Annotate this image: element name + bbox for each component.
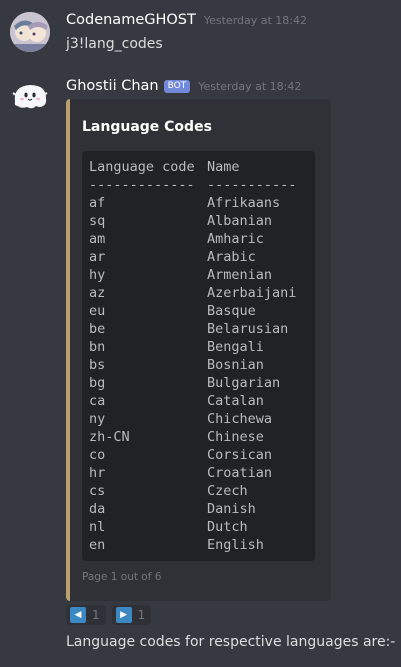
code-divider-code: -------------: [89, 177, 195, 193]
language-row: en English: [89, 536, 308, 554]
reaction-count: 1: [92, 608, 100, 622]
language-code: hr: [89, 465, 106, 481]
language-row: cs Czech: [89, 482, 308, 500]
reactions-bar: ◀ 1 ▶ 1: [66, 605, 152, 625]
code-header-name: Name: [207, 159, 240, 175]
language-name: Bengali: [207, 339, 264, 355]
language-name: Arabic: [207, 249, 256, 265]
language-name: Dutch: [207, 519, 248, 535]
language-row: eu Basque: [89, 302, 308, 320]
language-code: az: [89, 285, 106, 301]
message-header: Ghostii Chan BOT Yesterday at 18:42: [66, 78, 301, 95]
language-row: ca Catalan: [89, 392, 308, 410]
embed-footer: Page 1 out of 6: [82, 571, 162, 583]
code-divider-name: -----------: [207, 177, 297, 193]
language-row: co Corsican: [89, 446, 308, 464]
language-row: az Azerbaijani: [89, 284, 308, 302]
language-name: Chichewa: [207, 411, 273, 427]
message-header: CodenameGHOST Yesterday at 18:42: [66, 12, 307, 28]
language-name: Basque: [207, 303, 256, 319]
language-name: Belarusian: [207, 321, 289, 337]
language-row: nl Dutch: [89, 518, 308, 536]
followup-message: Language codes for respective languages …: [66, 634, 396, 650]
reaction-previous-page[interactable]: ◀ 1: [66, 605, 106, 625]
language-code: en: [89, 537, 106, 553]
timestamp: Yesterday at 18:42: [203, 14, 308, 27]
language-codes-embed: Language Codes Language code Name --------…: [66, 99, 331, 601]
ghost-icon: [10, 76, 50, 116]
language-code: am: [89, 231, 106, 247]
language-row: bn Bengali: [89, 338, 308, 356]
username[interactable]: CodenameGHOST: [66, 12, 196, 28]
language-name: Afrikaans: [207, 195, 281, 211]
language-code: nl: [89, 519, 106, 535]
language-code: sq: [89, 213, 106, 229]
language-code: co: [89, 447, 106, 463]
language-row: hy Armenian: [89, 266, 308, 284]
language-code: zh-CN: [89, 429, 130, 445]
language-code: ny: [89, 411, 106, 427]
language-name: Czech: [207, 483, 248, 499]
username[interactable]: Ghostii Chan: [66, 78, 159, 94]
language-name: Amharic: [207, 231, 264, 247]
message-content: j3!lang_codes: [66, 36, 163, 52]
language-row: ar Arabic: [89, 248, 308, 266]
language-row: bs Bosnian: [89, 356, 308, 374]
language-name: Corsican: [207, 447, 273, 463]
code-header-code: Language code: [89, 159, 195, 175]
language-code: be: [89, 321, 106, 337]
arrow-right-icon: ▶: [115, 607, 132, 623]
embed-title: Language Codes: [82, 119, 212, 135]
language-row: zh-CN Chinese: [89, 428, 308, 446]
user-avatar[interactable]: [10, 12, 50, 52]
language-row: be Belarusian: [89, 320, 308, 338]
language-name: Catalan: [207, 393, 264, 409]
language-code: af: [89, 195, 106, 211]
language-code: ar: [89, 249, 106, 265]
language-row: bg Bulgarian: [89, 374, 308, 392]
language-code: hy: [89, 267, 106, 283]
language-name: Croatian: [207, 465, 273, 481]
language-row: af Afrikaans: [89, 194, 308, 212]
language-code: bn: [89, 339, 106, 355]
bot-avatar[interactable]: [10, 76, 50, 116]
code-block: Language code Name ------------- ----------…: [82, 151, 315, 561]
language-name: Armenian: [207, 267, 273, 283]
language-name: Chinese: [207, 429, 264, 445]
language-name: Albanian: [207, 213, 273, 229]
timestamp: Yesterday at 18:42: [198, 80, 302, 93]
bot-badge: BOT: [163, 80, 191, 93]
language-code: eu: [89, 303, 106, 319]
message-codenameghost: CodenameGHOST Yesterday at 18:42 j3!lang…: [0, 0, 401, 66]
language-row: ny Chichewa: [89, 410, 308, 428]
language-code: da: [89, 501, 106, 517]
language-code: bs: [89, 357, 106, 373]
language-name: English: [207, 537, 264, 553]
language-name: Bulgarian: [207, 375, 281, 391]
language-code: bg: [89, 375, 106, 391]
language-row: hr Croatian: [89, 464, 308, 482]
code-header-row: Language code Name: [89, 158, 308, 176]
language-code: cs: [89, 483, 106, 499]
code-divider-row: ------------- -----------: [89, 176, 308, 194]
anime-avatar-icon: [10, 12, 50, 52]
language-row: sq Albanian: [89, 212, 308, 230]
arrow-left-icon: ◀: [70, 607, 86, 623]
code-content: Language code Name ------------- ----------…: [89, 158, 308, 554]
reaction-count: 1: [137, 608, 146, 622]
language-name: Azerbaijani: [207, 285, 297, 301]
language-row: da Danish: [89, 500, 308, 518]
language-name: Danish: [207, 501, 256, 517]
language-name: Bosnian: [207, 357, 264, 373]
reaction-next-page[interactable]: ▶ 1: [111, 605, 152, 625]
language-code: ca: [89, 393, 106, 409]
language-row: am Amharic: [89, 230, 308, 248]
